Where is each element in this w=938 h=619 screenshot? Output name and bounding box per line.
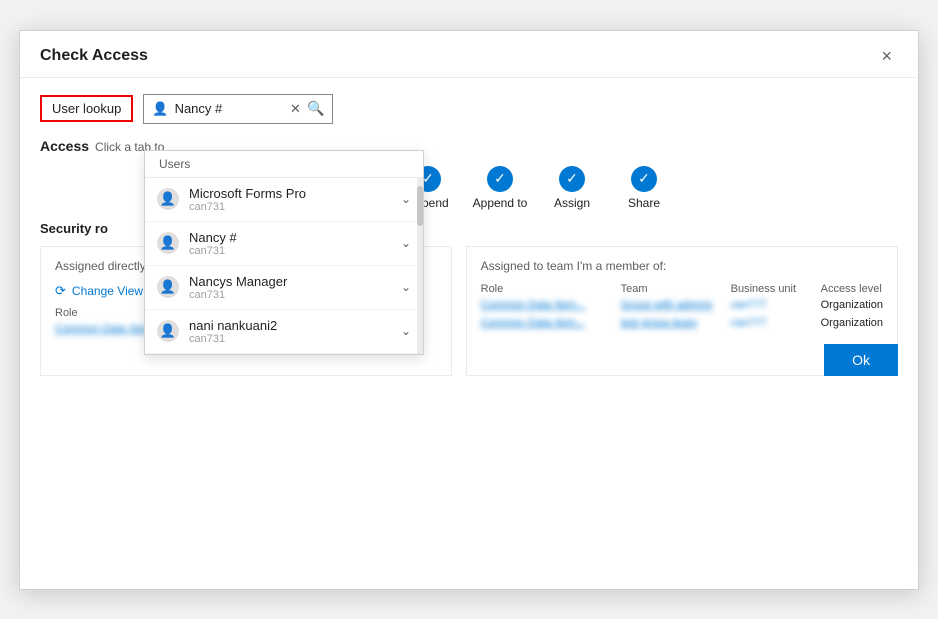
dropdown-item-sub: can731 bbox=[189, 201, 391, 213]
lookup-current-value: Nancy # bbox=[175, 101, 284, 116]
check-icon: ✓ bbox=[559, 166, 585, 192]
dialog-body: User lookup 👤 Nancy # ✕ 🔍 Users 👤 Micros… bbox=[20, 78, 918, 392]
user-avatar-icon: 👤 bbox=[157, 276, 179, 298]
dropdown-header: Users bbox=[145, 151, 423, 178]
chevron-down-icon: ⌄ bbox=[401, 280, 411, 294]
col-level-2: Access level bbox=[821, 283, 882, 295]
check-access-dialog: Check Access × User lookup 👤 Nancy # ✕ 🔍… bbox=[19, 30, 919, 590]
user-avatar-icon: 👤 bbox=[157, 232, 179, 254]
col-bu-2: Business unit bbox=[731, 283, 821, 295]
check-icon: ✓ bbox=[487, 166, 513, 192]
table-row: Common Data Item... test group team can7… bbox=[481, 317, 883, 329]
assigned-team-title: Assigned to team I'm a member of: bbox=[481, 259, 883, 273]
dropdown-scrollthumb bbox=[417, 186, 423, 226]
role-link-2[interactable]: Common Data Item... bbox=[481, 299, 621, 311]
table-row: Common Data Item... Group with admins ca… bbox=[481, 299, 883, 311]
permission-label: Assign bbox=[554, 196, 590, 210]
dropdown-item-info: Nancy # can731 bbox=[189, 230, 391, 257]
team-link[interactable]: Group with admins bbox=[621, 299, 731, 311]
chevron-down-icon: ⌄ bbox=[401, 192, 411, 206]
dropdown-item-sub: can731 bbox=[189, 333, 391, 345]
lookup-input[interactable]: 👤 Nancy # ✕ 🔍 bbox=[143, 94, 333, 124]
dropdown-list: 👤 Microsoft Forms Pro can731 ⌄ 👤 Nancy #… bbox=[145, 178, 423, 354]
user-person-icon: 👤 bbox=[152, 101, 168, 117]
level-value-2: Organization bbox=[821, 299, 883, 311]
permission-item: ✓ Share bbox=[608, 166, 680, 210]
user-lookup-row: User lookup 👤 Nancy # ✕ 🔍 Users 👤 Micros… bbox=[40, 94, 898, 124]
dropdown-item-name: Microsoft Forms Pro bbox=[189, 186, 391, 201]
chevron-down-icon: ⌄ bbox=[401, 324, 411, 338]
user-lookup-label: User lookup bbox=[40, 95, 133, 122]
dropdown-item-sub: can731 bbox=[189, 245, 391, 257]
permission-item: ✓ Append to bbox=[464, 166, 536, 210]
permission-label: Share bbox=[628, 196, 660, 210]
search-icon: 🔍 bbox=[307, 100, 324, 117]
dropdown-item-info: Microsoft Forms Pro can731 bbox=[189, 186, 391, 213]
dropdown-item-info: nani nankuani2 can731 bbox=[189, 318, 391, 345]
assigned-team-table-header: Role Team Business unit Access level bbox=[481, 283, 883, 295]
dialog-footer: Ok bbox=[824, 344, 898, 376]
dropdown-item-name: Nancy # bbox=[189, 230, 391, 245]
change-view-link[interactable]: Change View bbox=[72, 284, 143, 298]
permission-label: Append to bbox=[473, 196, 528, 210]
permission-item: ✓ Assign bbox=[536, 166, 608, 210]
dropdown-item-info: Nancys Manager can731 bbox=[189, 274, 391, 301]
col-role-2: Role bbox=[481, 283, 621, 295]
dropdown-item-sub: can731 bbox=[189, 289, 391, 301]
dropdown-scrollbar[interactable] bbox=[417, 178, 423, 354]
close-button[interactable]: × bbox=[875, 45, 898, 67]
user-avatar-icon: 👤 bbox=[157, 320, 179, 342]
ok-button[interactable]: Ok bbox=[824, 344, 898, 376]
dropdown-item-name: Nancys Manager bbox=[189, 274, 391, 289]
access-label: Access bbox=[40, 138, 89, 154]
dropdown-item[interactable]: 👤 Microsoft Forms Pro can731 ⌄ bbox=[145, 178, 423, 222]
level-value-3: Organization bbox=[821, 317, 883, 329]
team-link-2[interactable]: test group team bbox=[621, 317, 731, 329]
dialog-header: Check Access × bbox=[20, 31, 918, 78]
dropdown-item-name: nani nankuani2 bbox=[189, 318, 391, 333]
role-link-3[interactable]: Common Data Item... bbox=[481, 317, 621, 329]
bu-value-2: can777 bbox=[731, 299, 821, 311]
user-avatar-icon: 👤 bbox=[157, 188, 179, 210]
dialog-title: Check Access bbox=[40, 47, 148, 65]
bu-value-3: can777 bbox=[731, 317, 821, 329]
dropdown-item[interactable]: 👤 nani nankuani2 can731 ⌄ bbox=[145, 310, 423, 354]
dropdown-item[interactable]: 👤 Nancys Manager can731 ⌄ bbox=[145, 266, 423, 310]
security-roles-label: Security ro bbox=[40, 221, 108, 236]
chevron-down-icon: ⌄ bbox=[401, 236, 411, 250]
check-icon: ✓ bbox=[631, 166, 657, 192]
col-team: Team bbox=[621, 283, 731, 295]
change-view-icon: ⟳ bbox=[55, 283, 66, 299]
dropdown-item[interactable]: 👤 Nancy # can731 ⌄ bbox=[145, 222, 423, 266]
lookup-clear-button[interactable]: ✕ bbox=[290, 101, 301, 117]
user-dropdown: Users 👤 Microsoft Forms Pro can731 ⌄ 👤 N… bbox=[144, 150, 424, 355]
